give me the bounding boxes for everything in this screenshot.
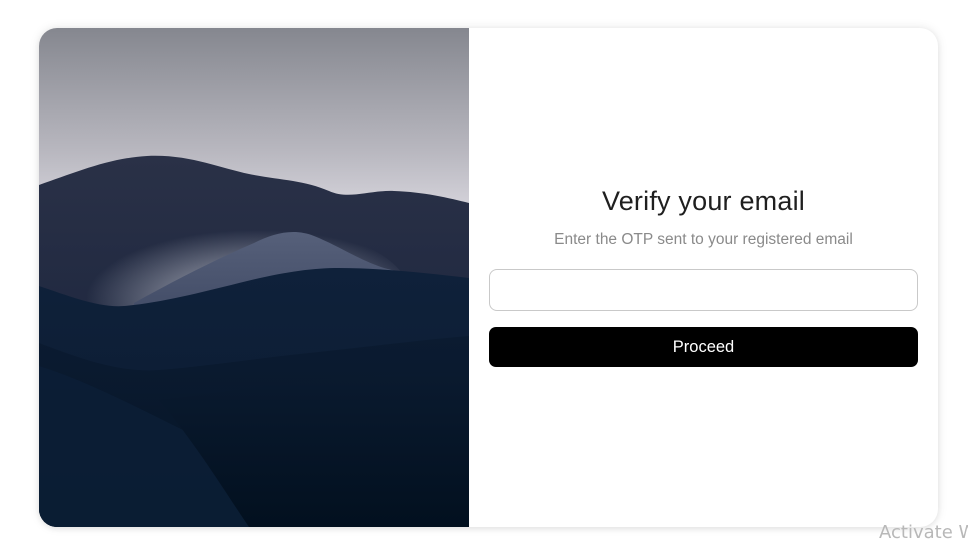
activate-windows-watermark: Activate W: [879, 522, 968, 543]
otp-input[interactable]: [489, 269, 918, 311]
hero-image: [39, 28, 469, 527]
page-title: Verify your email: [602, 186, 805, 216]
page-subtitle: Enter the OTP sent to your registered em…: [554, 231, 853, 248]
proceed-button[interactable]: Proceed: [489, 327, 918, 367]
mountain-landscape-illustration: [39, 28, 469, 527]
verify-card: Verify your email Enter the OTP sent to …: [39, 28, 938, 527]
page: Verify your email Enter the OTP sent to …: [0, 0, 968, 549]
verify-form-panel: Verify your email Enter the OTP sent to …: [469, 28, 938, 527]
